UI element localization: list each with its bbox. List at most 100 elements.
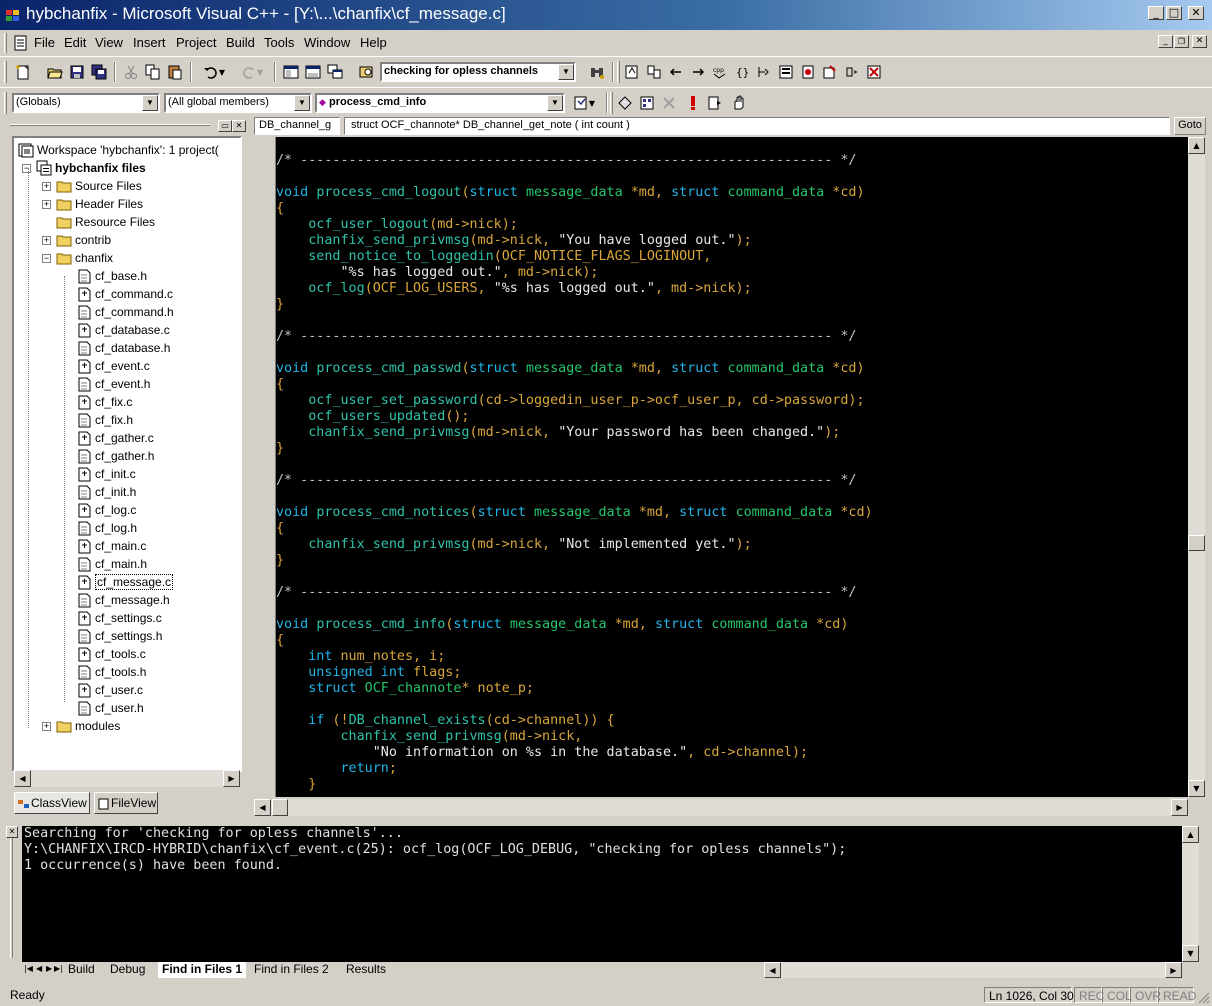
context-signature[interactable]: struct OCF_channote* DB_channel_get_note… <box>344 117 1170 135</box>
menu-file[interactable]: File <box>34 35 55 50</box>
browse-forward-button[interactable] <box>687 61 709 83</box>
tree-file[interactable]: cf_main.c <box>78 537 146 555</box>
output-grip[interactable] <box>10 830 13 958</box>
tree-file[interactable]: cf_message.h <box>78 591 170 609</box>
context-left-combo[interactable]: DB_channel_g <box>254 117 340 135</box>
tree-folder[interactable]: − chanfix <box>42 249 113 267</box>
expand-icon[interactable]: + <box>42 235 51 245</box>
tab-find-in-files-1[interactable]: Find in Files 1 <box>158 962 247 978</box>
editor-gutter[interactable] <box>254 137 276 797</box>
filter-combo[interactable]: (All global members) ▼ <box>164 93 312 113</box>
scroll-up-button[interactable]: ▲ <box>1188 137 1205 154</box>
tree-file[interactable]: cf_event.h <box>78 375 150 393</box>
tree-folder[interactable]: + contrib <box>42 231 111 249</box>
menu-insert[interactable]: Insert <box>133 35 166 50</box>
tree-file[interactable]: cf_command.h <box>78 303 174 321</box>
output-close-button[interactable]: ✕ <box>6 826 18 838</box>
collapse-icon[interactable]: − <box>22 163 31 173</box>
expand-icon[interactable]: + <box>42 181 51 191</box>
tree-file[interactable]: cf_database.c <box>78 321 170 339</box>
tree-file[interactable]: cf_log.h <box>78 519 137 537</box>
tree-file[interactable]: cf_tools.c <box>78 645 146 663</box>
breakpoint-button[interactable] <box>797 61 819 83</box>
scroll-thumb[interactable] <box>272 799 288 816</box>
tree-file[interactable]: cf_base.h <box>78 267 147 285</box>
stop-build2-button[interactable] <box>658 92 680 114</box>
chevron-down-icon[interactable]: ▼ <box>142 95 158 111</box>
tree-file[interactable]: cf_tools.h <box>78 663 146 681</box>
scroll-left-button[interactable]: ◀ <box>14 770 31 787</box>
tree-file[interactable]: cf_settings.c <box>78 609 162 627</box>
tree-file[interactable]: cf_database.h <box>78 339 170 357</box>
menu-project[interactable]: Project <box>176 35 216 50</box>
cut-button[interactable] <box>120 61 142 83</box>
insert-remove-breakpoint-button[interactable] <box>728 92 750 114</box>
minimize-button[interactable]: _ <box>1148 6 1164 20</box>
panel-maximize-button[interactable]: ▭ <box>218 120 232 132</box>
paste-button[interactable] <box>164 61 186 83</box>
tree-file[interactable]: cf_log.c <box>78 501 136 519</box>
execute-button[interactable] <box>682 92 704 114</box>
tree-folder[interactable]: + Header Files <box>42 195 143 213</box>
workspace-tree[interactable]: Workspace 'hybchanfix': 1 project( − hyb… <box>12 136 242 772</box>
browse-references-button[interactable] <box>643 61 665 83</box>
browse-cpp-button[interactable]: cpp <box>709 61 731 83</box>
redo-button[interactable]: ▼ <box>234 61 270 83</box>
menubar-grip[interactable] <box>4 33 7 53</box>
toolbar-grip[interactable] <box>4 92 7 114</box>
output-toggle-button[interactable] <box>302 61 324 83</box>
panel-close-button[interactable]: ✕ <box>232 120 246 132</box>
expand-icon[interactable]: + <box>42 199 51 209</box>
prev-tab-icon[interactable]: ◀ <box>36 964 42 973</box>
toolbar-grip[interactable] <box>610 92 613 114</box>
tab-find-in-files-2[interactable]: Find in Files 2 <box>254 962 329 978</box>
tree-file[interactable]: cf_user.h <box>78 699 144 717</box>
tree-file[interactable]: cf_user.c <box>78 681 143 699</box>
tree-file[interactable]: cf_init.c <box>78 465 136 483</box>
menu-tools[interactable]: Tools <box>264 35 294 50</box>
scroll-thumb[interactable] <box>1188 535 1205 551</box>
mdi-minimize-button[interactable]: _ <box>1158 35 1173 48</box>
open-button[interactable] <box>44 61 66 83</box>
browse-derived-button[interactable] <box>753 61 775 83</box>
menu-view[interactable]: View <box>95 35 123 50</box>
document-icon[interactable] <box>14 35 28 51</box>
browse-braces-button[interactable]: {} <box>731 61 753 83</box>
build-button[interactable] <box>841 61 863 83</box>
menu-build[interactable]: Build <box>226 35 255 50</box>
go-button[interactable] <box>704 92 726 114</box>
tree-folder[interactable]: + Source Files <box>42 177 142 195</box>
scroll-left-button[interactable]: ◀ <box>254 799 271 816</box>
collapse-icon[interactable]: − <box>42 253 51 263</box>
class-combo[interactable]: (Globals) ▼ <box>12 93 160 113</box>
output-hscrollbar[interactable]: ◀ ▶ <box>764 962 1182 978</box>
tree-folder[interactable]: +Resource Files <box>42 213 155 231</box>
scroll-up-button[interactable]: ▲ <box>1182 826 1199 843</box>
stop-build-button[interactable] <box>863 61 885 83</box>
scroll-down-button[interactable]: ▼ <box>1182 945 1199 962</box>
tab-build[interactable]: Build <box>68 962 95 978</box>
scroll-left-button[interactable]: ◀ <box>764 962 781 978</box>
tree-file[interactable]: cf_main.h <box>78 555 147 573</box>
compile-button[interactable] <box>819 61 841 83</box>
maximize-button[interactable]: □ <box>1166 6 1182 20</box>
copy-button[interactable] <box>142 61 164 83</box>
visual-cpp-app-icon[interactable] <box>5 7 21 23</box>
new-text-file-button[interactable] <box>12 61 34 83</box>
tree-file[interactable]: cf_init.h <box>78 483 136 501</box>
tree-file[interactable]: cf_gather.h <box>78 447 154 465</box>
scroll-down-button[interactable]: ▼ <box>1188 780 1205 797</box>
title-bar[interactable]: hybchanfix - Microsoft Visual C++ - [Y:\… <box>0 0 1212 30</box>
workspace-toggle-button[interactable] <box>280 61 302 83</box>
tab-fileview[interactable]: FileView <box>94 792 158 814</box>
tree-file[interactable]: cf_command.c <box>78 285 173 303</box>
chevron-down-icon[interactable]: ▼ <box>294 95 310 111</box>
browse-members-button[interactable] <box>775 61 797 83</box>
tree-file[interactable]: cf_settings.h <box>78 627 162 645</box>
next-tab-icon[interactable]: ▶ <box>46 964 52 973</box>
scroll-right-button[interactable]: ▶ <box>1165 962 1182 978</box>
output-vscrollbar[interactable]: ▲ ▼ <box>1182 826 1199 962</box>
last-tab-icon[interactable]: ▶| <box>54 964 63 973</box>
chevron-down-icon[interactable]: ▼ <box>547 95 563 111</box>
browse-goto-definition-button[interactable] <box>621 61 643 83</box>
